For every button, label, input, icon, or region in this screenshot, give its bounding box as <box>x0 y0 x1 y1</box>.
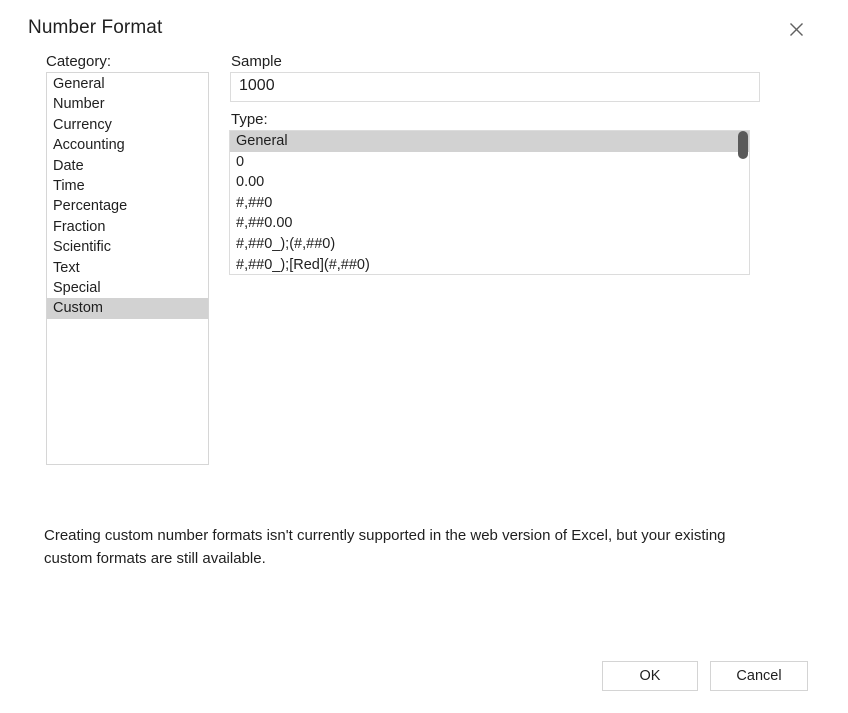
category-item[interactable]: General <box>47 74 208 94</box>
type-item[interactable]: 0 <box>230 152 749 173</box>
scrollbar-thumb[interactable] <box>738 131 748 159</box>
sample-label: Sample <box>231 53 282 70</box>
type-item[interactable]: #,##0_);[Red](#,##0) <box>230 255 749 274</box>
category-item[interactable]: Special <box>47 278 208 298</box>
dialog-title-bar: Number Format <box>0 0 848 50</box>
type-listbox[interactable]: General 0 0.00 #,##0 #,##0.00 #,##0_);(#… <box>229 130 750 275</box>
type-item[interactable]: #,##0_);(#,##0) <box>230 234 749 255</box>
type-list-scrollbar[interactable] <box>737 131 749 274</box>
close-icon <box>789 22 804 37</box>
category-item[interactable]: Percentage <box>47 196 208 216</box>
number-format-dialog: Number Format Category: General Number C… <box>0 0 848 713</box>
category-listbox[interactable]: General Number Currency Accounting Date … <box>46 72 209 465</box>
category-item[interactable]: Time <box>47 176 208 196</box>
page-title: Number Format <box>28 17 163 38</box>
type-item[interactable]: #,##0.00 <box>230 213 749 234</box>
category-item[interactable]: Accounting <box>47 135 208 155</box>
type-item[interactable]: #,##0 <box>230 193 749 214</box>
category-item[interactable]: Fraction <box>47 217 208 237</box>
category-item[interactable]: Number <box>47 94 208 114</box>
category-item[interactable]: Date <box>47 156 208 176</box>
category-item[interactable]: Scientific <box>47 237 208 257</box>
category-item[interactable]: Text <box>47 258 208 278</box>
cancel-button[interactable]: Cancel <box>710 661 808 691</box>
sample-box: 1000 <box>230 72 760 102</box>
ok-button[interactable]: OK <box>602 661 698 691</box>
category-item[interactable]: Currency <box>47 115 208 135</box>
footer-note: Creating custom number formats isn't cur… <box>44 527 726 567</box>
type-item-selected[interactable]: General <box>230 131 749 152</box>
type-label: Type: <box>231 111 268 128</box>
category-label: Category: <box>46 53 112 70</box>
category-item-selected[interactable]: Custom <box>47 298 208 319</box>
sample-value: 1000 <box>239 77 275 94</box>
close-button[interactable] <box>780 14 812 44</box>
type-item[interactable]: 0.00 <box>230 172 749 193</box>
